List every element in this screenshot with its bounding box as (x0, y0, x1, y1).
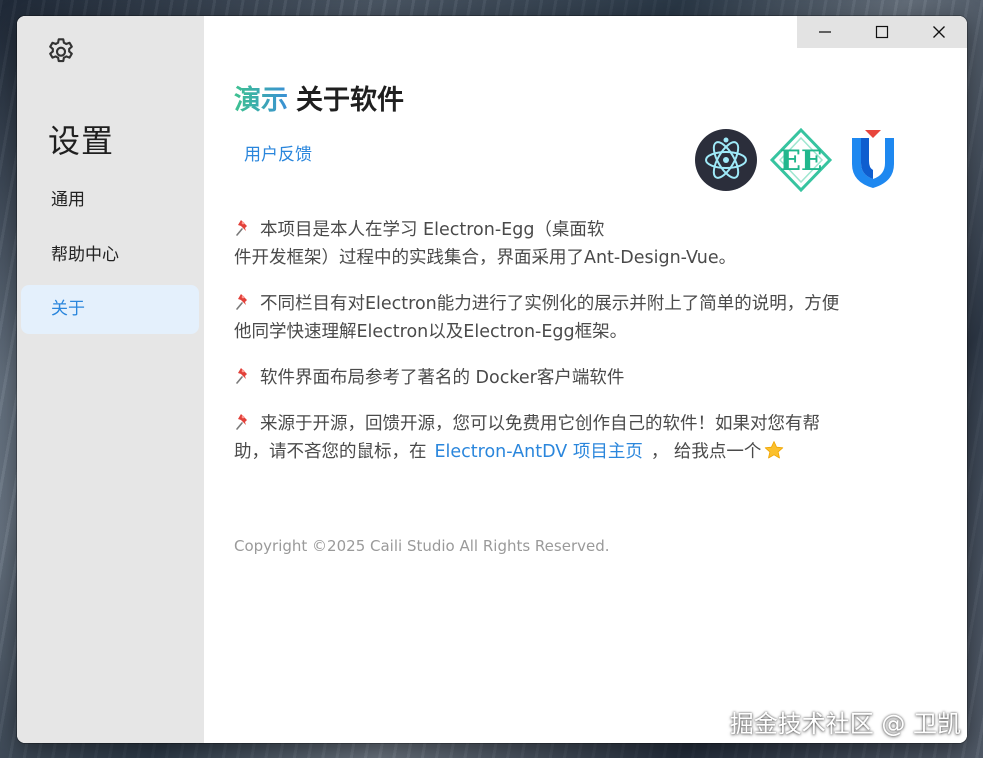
sidebar-item-label: 关于 (51, 299, 85, 319)
project-homepage-link[interactable]: Electron-AntDV 项目主页 (435, 442, 643, 462)
feedback-link[interactable]: 用户反馈 (244, 140, 312, 165)
main-panel: 演示 关于软件 用户反馈 EE 本项目是本人在学习 Electron-Egg（桌… (204, 16, 967, 743)
maximize-icon (875, 25, 889, 39)
pushpin-icon (236, 414, 247, 430)
minimize-button[interactable] (797, 16, 854, 48)
pushpin-icon (236, 220, 247, 236)
app-window: 设置 通用 帮助中心 关于 演示 关于软件 用户反馈 EE 本项目是本人在学习 … (17, 16, 967, 743)
maximize-button[interactable] (854, 16, 911, 48)
about-text-4c: ， 给我点一个 (650, 442, 762, 462)
watermark-text: 掘金技术社区 @ 卫凯 (729, 710, 961, 738)
about-text-1a: 本项目是本人在学习 Electron-Egg（桌面软 (260, 220, 605, 240)
about-paragraph-1: 本项目是本人在学习 Electron-Egg（桌面软 件开发框架）过程中的实践集… (234, 216, 886, 272)
about-content: 本项目是本人在学习 Electron-Egg（桌面软 件开发框架）过程中的实践集… (234, 216, 886, 484)
pushpin-icon (236, 294, 247, 310)
about-text-4a: 来源于开源，回馈开源，您可以免费用它创作自己的软件！如果对您有帮 (260, 414, 820, 434)
page-title-accent: 演示 (234, 85, 288, 116)
svg-text:EE: EE (780, 144, 823, 177)
page-title: 演示 关于软件 (234, 78, 404, 117)
sidebar-item-label: 通用 (51, 190, 85, 210)
about-text-1b: 件开发框架）过程中的实践集合，界面采用了Ant-Design-Vue。 (234, 248, 737, 268)
electron-logo[interactable] (695, 129, 757, 191)
sidebar-item-general[interactable]: 通用 (21, 176, 199, 225)
copyright-text: Copyright ©2025 Caili Studio All Rights … (234, 537, 610, 555)
sidebar: 设置 通用 帮助中心 关于 (17, 16, 204, 743)
about-paragraph-3: 软件界面布局参考了著名的 Docker客户端软件 (234, 364, 886, 392)
sidebar-item-label: 帮助中心 (51, 245, 119, 265)
pushpin-icon (236, 368, 247, 384)
antdv-logo[interactable] (852, 130, 894, 188)
about-paragraph-4: 来源于开源，回馈开源，您可以免费用它创作自己的软件！如果对您有帮 助，请不吝您的… (234, 410, 886, 466)
window-controls (797, 16, 967, 48)
electron-egg-logo[interactable]: EE (769, 128, 833, 192)
close-button[interactable] (910, 16, 967, 48)
about-text-2a: 不同栏目有对Electron能力进行了实例化的展示并附上了简单的说明，方便 (260, 294, 840, 314)
close-icon (932, 26, 945, 38)
sidebar-item-about[interactable]: 关于 (21, 285, 199, 334)
about-text-3: 软件界面布局参考了著名的 Docker客户端软件 (260, 368, 625, 388)
minimize-icon (819, 31, 832, 33)
sidebar-title: 设置 (48, 122, 115, 160)
about-text-2b: 他同学快速理解Electron以及Electron-Egg框架。 (234, 322, 628, 342)
page-title-text: 关于软件 (296, 85, 404, 116)
gear-icon[interactable] (45, 36, 77, 68)
about-paragraph-2: 不同栏目有对Electron能力进行了实例化的展示并附上了简单的说明，方便 他同… (234, 290, 886, 346)
sidebar-item-help-center[interactable]: 帮助中心 (21, 231, 199, 280)
star-icon (765, 441, 784, 459)
about-text-4b: 助，请不吝您的鼠标，在 (234, 442, 427, 462)
logo-row: EE (695, 128, 894, 192)
